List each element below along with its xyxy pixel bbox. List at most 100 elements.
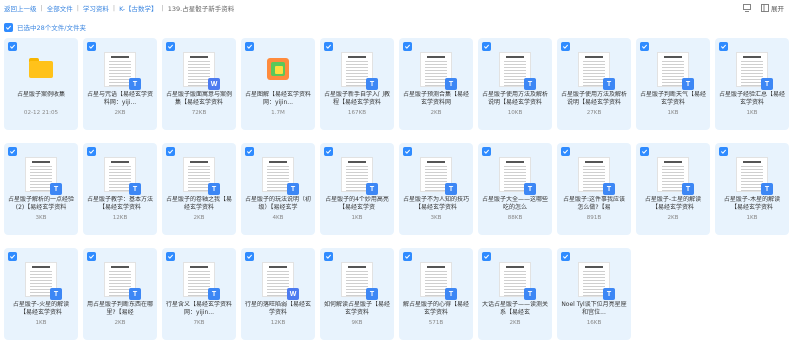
word-badge-icon: T — [208, 183, 220, 195]
file-checkbox[interactable] — [561, 147, 570, 156]
document-thumbnail: T — [578, 262, 615, 300]
file-checkbox[interactable] — [87, 42, 96, 51]
file-card[interactable]: 占星图解【易经玄学资料网：yijin... 1.7M — [241, 38, 315, 130]
file-checkbox[interactable] — [640, 42, 649, 51]
collapse-label: 展开 — [771, 5, 784, 13]
file-card[interactable]: T 占星与咒语【易经玄学资料网：yiji... 2KB — [83, 38, 157, 130]
file-meta: 72KB — [191, 110, 207, 116]
file-card[interactable]: T 行星含义【易经玄学资料网：yijin... 7KB — [162, 248, 236, 340]
file-meta: 1KB — [351, 215, 363, 221]
file-card[interactable]: T 占星骰子大全——这哪些吃的怎么 88KB — [478, 143, 552, 235]
monitor-icon[interactable] — [743, 4, 751, 12]
file-card[interactable]: T 解占星骰子的心得【易经玄学资料 571B — [399, 248, 473, 340]
file-checkbox[interactable] — [245, 252, 254, 261]
word-badge-icon: T — [366, 288, 378, 300]
file-checkbox[interactable] — [166, 147, 175, 156]
file-checkbox[interactable] — [719, 147, 728, 156]
file-card[interactable]: W 行星的落旺陷弱【易经玄学资料 12KB — [241, 248, 315, 340]
file-checkbox[interactable] — [8, 147, 17, 156]
file-checkbox[interactable] — [561, 252, 570, 261]
file-card[interactable]: T 占星骰子不为人知的技巧【易经玄学资料 3KB — [399, 143, 473, 235]
file-card[interactable]: T Noel Tyl谈下位月亮星座和宫位... 16KB — [557, 248, 631, 340]
breadcrumb-item[interactable]: 全部文件 — [47, 3, 73, 13]
file-name: 占星骰子:这件事我应该怎么做?【易 — [562, 196, 626, 211]
file-checkbox[interactable] — [87, 252, 96, 261]
file-name: 占星骰子判断天气【易经玄学资料 — [639, 91, 706, 106]
selection-bar: 已选中28个文件/文件夹 — [4, 22, 86, 32]
word-badge-icon: T — [366, 183, 378, 195]
file-checkbox[interactable] — [166, 42, 175, 51]
document-thumbnail: T — [736, 52, 773, 90]
file-name: 占星图解【易经玄学资料网：yijin... — [244, 91, 311, 106]
select-all-checkbox[interactable] — [4, 22, 13, 32]
file-card[interactable]: T 占星骰子教学：基本方法【易经玄学资料 12KB — [83, 143, 157, 235]
file-name: 占星骰子解析的一点经验 (2)【易经玄学资料 — [7, 196, 74, 211]
file-checkbox[interactable] — [403, 147, 412, 156]
file-meta: 571B — [428, 320, 444, 326]
word-badge-icon: T — [129, 183, 141, 195]
word-badge-icon: T — [682, 78, 694, 90]
file-meta: 16KB — [586, 320, 602, 326]
file-card[interactable]: 占星骰子案例收集 02-12 21:05 — [4, 38, 78, 130]
file-card[interactable]: T 用占星骰子判断东西在哪里?【易经 2KB — [83, 248, 157, 340]
file-checkbox[interactable] — [403, 252, 412, 261]
file-card[interactable]: T 占星骰子新手自学入门教程【易经玄学资料 167KB — [320, 38, 394, 130]
file-checkbox[interactable] — [482, 252, 491, 261]
file-checkbox[interactable] — [482, 42, 491, 51]
file-checkbox[interactable] — [482, 147, 491, 156]
file-card[interactable]: T 占星骰子的卷轴之我【易经玄学资料 2KB — [162, 143, 236, 235]
file-checkbox[interactable] — [8, 42, 17, 51]
word-badge-icon: T — [524, 78, 536, 90]
file-meta: 7KB — [193, 320, 205, 326]
file-card[interactable]: T 占星骰子-土星的解读【易经玄学资料 2KB — [636, 143, 710, 235]
file-card[interactable]: T 占星骰子:这件事我应该怎么做?【易 891B — [557, 143, 631, 235]
file-card[interactable]: T 占星骰子-木星的解读【易经玄学资料 1KB — [715, 143, 789, 235]
file-checkbox[interactable] — [324, 147, 333, 156]
file-checkbox[interactable] — [403, 42, 412, 51]
file-card[interactable]: W 占星骰子骰面寓意与案例集【易经玄学资料 72KB — [162, 38, 236, 130]
file-checkbox[interactable] — [245, 42, 254, 51]
file-name: 占星骰子-火星的解读【易经玄学资料 — [12, 301, 70, 316]
breadcrumb-item[interactable]: 学习资料 — [83, 3, 109, 13]
file-card[interactable]: T 占星骰子解析的一点经验 (2)【易经玄学资料 3KB — [4, 143, 78, 235]
file-card[interactable]: T 占星骰子-火星的解读【易经玄学资料 1KB — [4, 248, 78, 340]
breadcrumb-item[interactable]: K-【古数学】 — [119, 3, 157, 13]
file-checkbox[interactable] — [8, 252, 17, 261]
file-card[interactable]: T 占星骰子的玩法说明（初级）【易经玄学 4KB — [241, 143, 315, 235]
file-checkbox[interactable] — [87, 147, 96, 156]
file-card[interactable]: T 占星骰子经验汇总【易经玄学资料 1KB — [715, 38, 789, 130]
file-name: 大话占星骰子——读测关系【易经玄 — [481, 301, 548, 316]
file-name: 用占星骰子判断东西在哪里?【易经 — [86, 301, 153, 316]
file-meta: 1KB — [746, 215, 758, 221]
document-thumbnail: T — [341, 262, 378, 300]
document-thumbnail: T — [420, 157, 457, 195]
document-thumbnail: W — [183, 52, 220, 90]
document-thumbnail: T — [578, 157, 615, 195]
file-card[interactable]: T 占星骰子使用方法及解析说明【易经玄学资料 10KB — [478, 38, 552, 130]
collapse-button[interactable]: 展开 — [761, 3, 784, 13]
word-badge-icon: T — [524, 183, 536, 195]
file-name: 占星骰子-土星的解读【易经玄学资料 — [644, 196, 702, 211]
file-card[interactable]: T 如何解读占星骰子【易经玄学资料 9KB — [320, 248, 394, 340]
file-name: 占星骰子使用方法及解析说明【易经玄学资料 — [560, 91, 627, 106]
file-card[interactable]: T 占星骰子预测合集【易经玄学资料网 2KB — [399, 38, 473, 130]
file-name: 占星骰子使用方法及解析说明【易经玄学资料 — [481, 91, 548, 106]
file-checkbox[interactable] — [324, 42, 333, 51]
file-checkbox[interactable] — [561, 42, 570, 51]
breadcrumb-item[interactable]: 返回上一级 — [4, 3, 37, 13]
file-card[interactable]: T 占星骰子使用方法及解析说明【易经玄学资料 27KB — [557, 38, 631, 130]
file-meta: 02-12 21:05 — [23, 110, 59, 116]
file-name: 占星骰子的卷轴之我【易经玄学资料 — [165, 196, 232, 211]
file-card[interactable]: T 占星骰子的4个妙用高亮【易经玄学资 1KB — [320, 143, 394, 235]
file-name: 占星骰子新手自学入门教程【易经玄学资料 — [323, 91, 390, 106]
file-checkbox[interactable] — [640, 147, 649, 156]
file-checkbox[interactable] — [245, 147, 254, 156]
breadcrumb: 返回上一级 | 全部文件 | 学习资料 | K-【古数学】 | 139.占星骰子新手资料 — [0, 0, 800, 16]
word-badge-icon: T — [287, 183, 299, 195]
file-name: Noel Tyl谈下位月亮星座和宫位... — [561, 301, 627, 316]
file-card[interactable]: T 大话占星骰子——读测关系【易经玄 2KB — [478, 248, 552, 340]
file-checkbox[interactable] — [166, 252, 175, 261]
file-checkbox[interactable] — [324, 252, 333, 261]
file-card[interactable]: T 占星骰子判断天气【易经玄学资料 1KB — [636, 38, 710, 130]
file-checkbox[interactable] — [719, 42, 728, 51]
